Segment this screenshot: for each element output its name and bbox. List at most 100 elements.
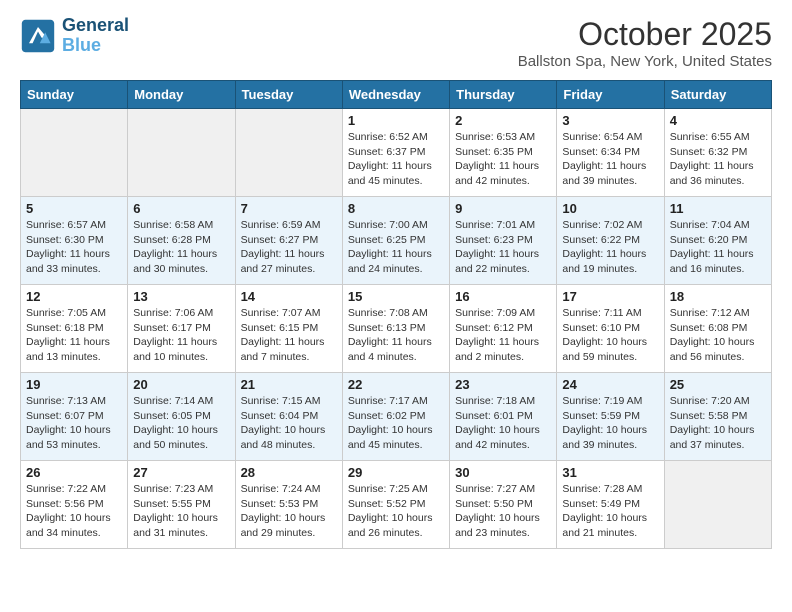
day-detail: Sunrise: 7:15 AM Sunset: 6:04 PM Dayligh…: [241, 394, 337, 453]
calendar-cell: [235, 109, 342, 197]
calendar-cell: 29 Sunrise: 7:25 AM Sunset: 5:52 PM Dayli…: [342, 461, 449, 549]
calendar-cell: 12 Sunrise: 7:05 AM Sunset: 6:18 PM Dayli…: [21, 285, 128, 373]
calendar-cell: 24 Sunrise: 7:19 AM Sunset: 5:59 PM Dayli…: [557, 373, 664, 461]
day-detail: Sunrise: 6:58 AM Sunset: 6:28 PM Dayligh…: [133, 218, 229, 277]
day-number: 15: [348, 289, 444, 304]
calendar-cell: 19 Sunrise: 7:13 AM Sunset: 6:07 PM Dayli…: [21, 373, 128, 461]
day-detail: Sunrise: 6:55 AM Sunset: 6:32 PM Dayligh…: [670, 130, 766, 189]
logo-text: General Blue: [62, 16, 129, 56]
calendar-cell: 13Sunrise: 7:06 AM Sunset: 6:17 PM Dayli…: [128, 285, 235, 373]
logo-line2: Blue: [62, 35, 101, 55]
calendar-cell: 31Sunrise: 7:28 AM Sunset: 5:49 PM Dayli…: [557, 461, 664, 549]
day-detail: Sunrise: 7:27 AM Sunset: 5:50 PM Dayligh…: [455, 482, 551, 541]
day-number: 20: [133, 377, 229, 392]
day-number: 16: [455, 289, 551, 304]
weekday-header: Tuesday: [235, 81, 342, 109]
day-detail: Sunrise: 7:25 AM Sunset: 5:52 PM Dayligh…: [348, 482, 444, 541]
calendar-cell: 21Sunrise: 7:15 AM Sunset: 6:04 PM Dayli…: [235, 373, 342, 461]
day-number: 11: [670, 201, 766, 216]
logo-icon: [20, 18, 56, 54]
calendar-cell: 8Sunrise: 7:00 AM Sunset: 6:25 PM Daylig…: [342, 197, 449, 285]
calendar-cell: 1 Sunrise: 6:52 AM Sunset: 6:37 PM Daylig…: [342, 109, 449, 197]
day-detail: Sunrise: 7:19 AM Sunset: 5:59 PM Dayligh…: [562, 394, 658, 453]
month-title: October 2025: [518, 16, 772, 53]
calendar-row: 5 Sunrise: 6:57 AM Sunset: 6:30 PM Daylig…: [21, 197, 772, 285]
weekday-header: Monday: [128, 81, 235, 109]
calendar-cell: 18 Sunrise: 7:12 AM Sunset: 6:08 PM Dayli…: [664, 285, 771, 373]
logo-line1: General: [62, 16, 129, 36]
day-number: 10: [562, 201, 658, 216]
calendar-cell: 28Sunrise: 7:24 AM Sunset: 5:53 PM Dayli…: [235, 461, 342, 549]
calendar-cell: 11 Sunrise: 7:04 AM Sunset: 6:20 PM Dayli…: [664, 197, 771, 285]
calendar-cell: [21, 109, 128, 197]
weekday-header: Friday: [557, 81, 664, 109]
day-detail: Sunrise: 7:08 AM Sunset: 6:13 PM Dayligh…: [348, 306, 444, 365]
calendar-cell: 15 Sunrise: 7:08 AM Sunset: 6:13 PM Dayli…: [342, 285, 449, 373]
day-detail: Sunrise: 7:01 AM Sunset: 6:23 PM Dayligh…: [455, 218, 551, 277]
day-number: 25: [670, 377, 766, 392]
logo: General Blue: [20, 16, 129, 56]
day-number: 12: [26, 289, 122, 304]
day-number: 1: [348, 113, 444, 128]
weekday-header: Sunday: [21, 81, 128, 109]
calendar-cell: 4 Sunrise: 6:55 AM Sunset: 6:32 PM Daylig…: [664, 109, 771, 197]
page-header: General Blue October 2025 Ballston Spa, …: [20, 16, 772, 70]
calendar-cell: 27Sunrise: 7:23 AM Sunset: 5:55 PM Dayli…: [128, 461, 235, 549]
day-number: 23: [455, 377, 551, 392]
day-detail: Sunrise: 7:11 AM Sunset: 6:10 PM Dayligh…: [562, 306, 658, 365]
day-number: 7: [241, 201, 337, 216]
calendar-cell: 30 Sunrise: 7:27 AM Sunset: 5:50 PM Dayli…: [450, 461, 557, 549]
calendar-cell: 2 Sunrise: 6:53 AM Sunset: 6:35 PM Daylig…: [450, 109, 557, 197]
calendar-row: 1 Sunrise: 6:52 AM Sunset: 6:37 PM Daylig…: [21, 109, 772, 197]
day-number: 14: [241, 289, 337, 304]
day-detail: Sunrise: 6:57 AM Sunset: 6:30 PM Dayligh…: [26, 218, 122, 277]
weekday-header: Saturday: [664, 81, 771, 109]
day-number: 19: [26, 377, 122, 392]
day-detail: Sunrise: 6:54 AM Sunset: 6:34 PM Dayligh…: [562, 130, 658, 189]
day-number: 4: [670, 113, 766, 128]
day-number: 3: [562, 113, 658, 128]
calendar-cell: 10 Sunrise: 7:02 AM Sunset: 6:22 PM Dayli…: [557, 197, 664, 285]
day-number: 24: [562, 377, 658, 392]
day-number: 29: [348, 465, 444, 480]
day-detail: Sunrise: 6:52 AM Sunset: 6:37 PM Dayligh…: [348, 130, 444, 189]
calendar-cell: 3 Sunrise: 6:54 AM Sunset: 6:34 PM Daylig…: [557, 109, 664, 197]
calendar-cell: 17 Sunrise: 7:11 AM Sunset: 6:10 PM Dayli…: [557, 285, 664, 373]
day-number: 6: [133, 201, 229, 216]
calendar-cell: 23 Sunrise: 7:18 AM Sunset: 6:01 PM Dayli…: [450, 373, 557, 461]
day-detail: Sunrise: 6:59 AM Sunset: 6:27 PM Dayligh…: [241, 218, 337, 277]
day-detail: Sunrise: 7:20 AM Sunset: 5:58 PM Dayligh…: [670, 394, 766, 453]
day-number: 2: [455, 113, 551, 128]
day-number: 30: [455, 465, 551, 480]
day-detail: Sunrise: 7:04 AM Sunset: 6:20 PM Dayligh…: [670, 218, 766, 277]
day-number: 17: [562, 289, 658, 304]
day-detail: Sunrise: 7:05 AM Sunset: 6:18 PM Dayligh…: [26, 306, 122, 365]
day-detail: Sunrise: 6:53 AM Sunset: 6:35 PM Dayligh…: [455, 130, 551, 189]
calendar-row: 26Sunrise: 7:22 AM Sunset: 5:56 PM Dayli…: [21, 461, 772, 549]
day-number: 13: [133, 289, 229, 304]
day-detail: Sunrise: 7:17 AM Sunset: 6:02 PM Dayligh…: [348, 394, 444, 453]
weekday-header-row: SundayMondayTuesdayWednesdayThursdayFrid…: [21, 81, 772, 109]
day-detail: Sunrise: 7:14 AM Sunset: 6:05 PM Dayligh…: [133, 394, 229, 453]
day-detail: Sunrise: 7:12 AM Sunset: 6:08 PM Dayligh…: [670, 306, 766, 365]
day-detail: Sunrise: 7:22 AM Sunset: 5:56 PM Dayligh…: [26, 482, 122, 541]
day-detail: Sunrise: 7:13 AM Sunset: 6:07 PM Dayligh…: [26, 394, 122, 453]
day-number: 18: [670, 289, 766, 304]
calendar-cell: 16Sunrise: 7:09 AM Sunset: 6:12 PM Dayli…: [450, 285, 557, 373]
calendar-cell: 22Sunrise: 7:17 AM Sunset: 6:02 PM Dayli…: [342, 373, 449, 461]
calendar-cell: 26Sunrise: 7:22 AM Sunset: 5:56 PM Dayli…: [21, 461, 128, 549]
calendar-table: SundayMondayTuesdayWednesdayThursdayFrid…: [20, 80, 772, 549]
calendar-cell: 25 Sunrise: 7:20 AM Sunset: 5:58 PM Dayli…: [664, 373, 771, 461]
day-detail: Sunrise: 7:00 AM Sunset: 6:25 PM Dayligh…: [348, 218, 444, 277]
calendar-cell: 6 Sunrise: 6:58 AM Sunset: 6:28 PM Daylig…: [128, 197, 235, 285]
day-number: 5: [26, 201, 122, 216]
calendar-cell: [128, 109, 235, 197]
day-detail: Sunrise: 7:07 AM Sunset: 6:15 PM Dayligh…: [241, 306, 337, 365]
day-detail: Sunrise: 7:24 AM Sunset: 5:53 PM Dayligh…: [241, 482, 337, 541]
day-number: 31: [562, 465, 658, 480]
day-detail: Sunrise: 7:18 AM Sunset: 6:01 PM Dayligh…: [455, 394, 551, 453]
calendar-cell: 9Sunrise: 7:01 AM Sunset: 6:23 PM Daylig…: [450, 197, 557, 285]
title-block: October 2025 Ballston Spa, New York, Uni…: [518, 16, 772, 70]
calendar-row: 19 Sunrise: 7:13 AM Sunset: 6:07 PM Dayli…: [21, 373, 772, 461]
day-detail: Sunrise: 7:02 AM Sunset: 6:22 PM Dayligh…: [562, 218, 658, 277]
